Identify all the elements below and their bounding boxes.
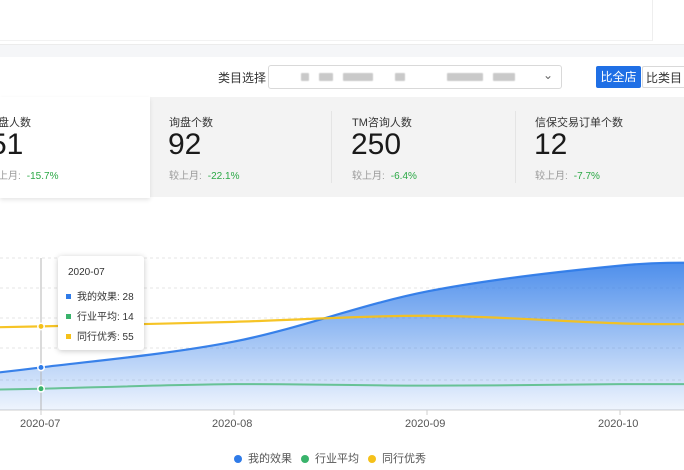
- tooltip-row-peer-excellent: 同行优秀: 55: [66, 328, 134, 343]
- redacted-text: [447, 73, 483, 81]
- chevron-down-icon[interactable]: ⌄: [543, 68, 553, 82]
- redacted-text: [343, 73, 373, 81]
- tooltip-title: 2020-07: [68, 267, 105, 278]
- category-select-label: 类目选择: [218, 71, 267, 85]
- legend-item-my-effect[interactable]: 我的效果: [234, 450, 292, 465]
- x-axis-ticks: [40, 410, 621, 415]
- metric-change: -7.7%: [573, 171, 600, 182]
- metric-compare: 较上月: -7.7%: [535, 167, 600, 182]
- legend-label: 同行优秀: [382, 453, 426, 465]
- series-industry-avg-point: [37, 384, 45, 393]
- redacted-text: [493, 73, 515, 81]
- tooltip-row-label: 我的效果: 28: [77, 292, 134, 303]
- tooltip-row-my-effect: 我的效果: 28: [66, 288, 134, 303]
- top-bar: [0, 0, 684, 45]
- redacted-text: [395, 73, 405, 81]
- tooltip-row-industry-avg: 行业平均: 14: [66, 308, 134, 323]
- metric-card-inquiries[interactable]: 询盘个数 92 较上月: -22.1%: [150, 97, 330, 197]
- metric-compare: 较上月: -6.4%: [352, 167, 417, 182]
- series-swatch: [66, 314, 71, 319]
- metric-value: 250: [351, 128, 402, 161]
- metric-value: 92: [168, 128, 202, 161]
- filter-row: 类目选择 ⌄ 比全店 比类目: [0, 57, 684, 97]
- metric-card-inquiry-people[interactable]: 盘人数 51 上月:-15.7%: [0, 97, 150, 198]
- series-swatch: [66, 334, 71, 339]
- metric-compare-label: 较上月:: [535, 171, 568, 182]
- category-select[interactable]: ⌄: [268, 65, 562, 89]
- tooltip-row-label: 同行优秀: 55: [77, 332, 134, 343]
- legend-dot: [301, 455, 309, 463]
- series-my-effect-point: [37, 363, 45, 372]
- metric-change: -22.1%: [207, 171, 240, 182]
- metric-cards: 盘人数 51 上月:-15.7% 询盘个数 92 较上月:-22.1% TM咨询…: [0, 97, 684, 198]
- chart-tooltip: 2020-07 我的效果: 28 行业平均: 14 同行优秀: 55: [58, 256, 144, 350]
- metric-card-tm-consult[interactable]: TM咨询人数 250 较上月: -6.4%: [332, 97, 514, 197]
- legend-label: 我的效果: [248, 453, 292, 465]
- tooltip-row-label: 行业平均: 14: [77, 312, 134, 323]
- redacted-text: [301, 73, 309, 81]
- x-tick-label: 2020-07: [20, 418, 61, 430]
- compare-store-button[interactable]: 比全店: [596, 66, 641, 88]
- metric-change: -15.7%: [26, 171, 59, 182]
- redacted-text: [319, 73, 333, 81]
- legend-item-industry-avg[interactable]: 行业平均: [301, 450, 359, 465]
- metric-value: 51: [0, 128, 24, 161]
- x-tick-label: 2020-09: [405, 418, 446, 430]
- metric-change: -6.4%: [390, 171, 417, 182]
- metric-compare-label: 较上月:: [352, 171, 385, 182]
- series-swatch: [66, 294, 71, 299]
- series-peer-excellent-point: [37, 322, 45, 331]
- legend-dot: [234, 455, 242, 463]
- compare-category-button[interactable]: 比类目: [642, 66, 684, 88]
- metric-value: 12: [534, 128, 568, 161]
- metric-compare: 较上月: -22.1%: [169, 167, 239, 182]
- metric-card-trade-orders[interactable]: 信保交易订单个数 12 较上月: -7.7%: [516, 97, 684, 197]
- x-tick-label: 2020-08: [212, 418, 253, 430]
- metric-compare-label: 上月:: [0, 171, 21, 182]
- top-panel: [0, 0, 653, 41]
- metric-compare: 上月: -15.7%: [0, 167, 58, 182]
- x-tick-label: 2020-10: [598, 418, 639, 430]
- legend-dot: [368, 455, 376, 463]
- metric-compare-label: 较上月:: [169, 171, 202, 182]
- legend-label: 行业平均: [315, 453, 359, 465]
- legend-item-peer-excellent[interactable]: 同行优秀: [368, 450, 426, 465]
- section-gap: [0, 45, 684, 57]
